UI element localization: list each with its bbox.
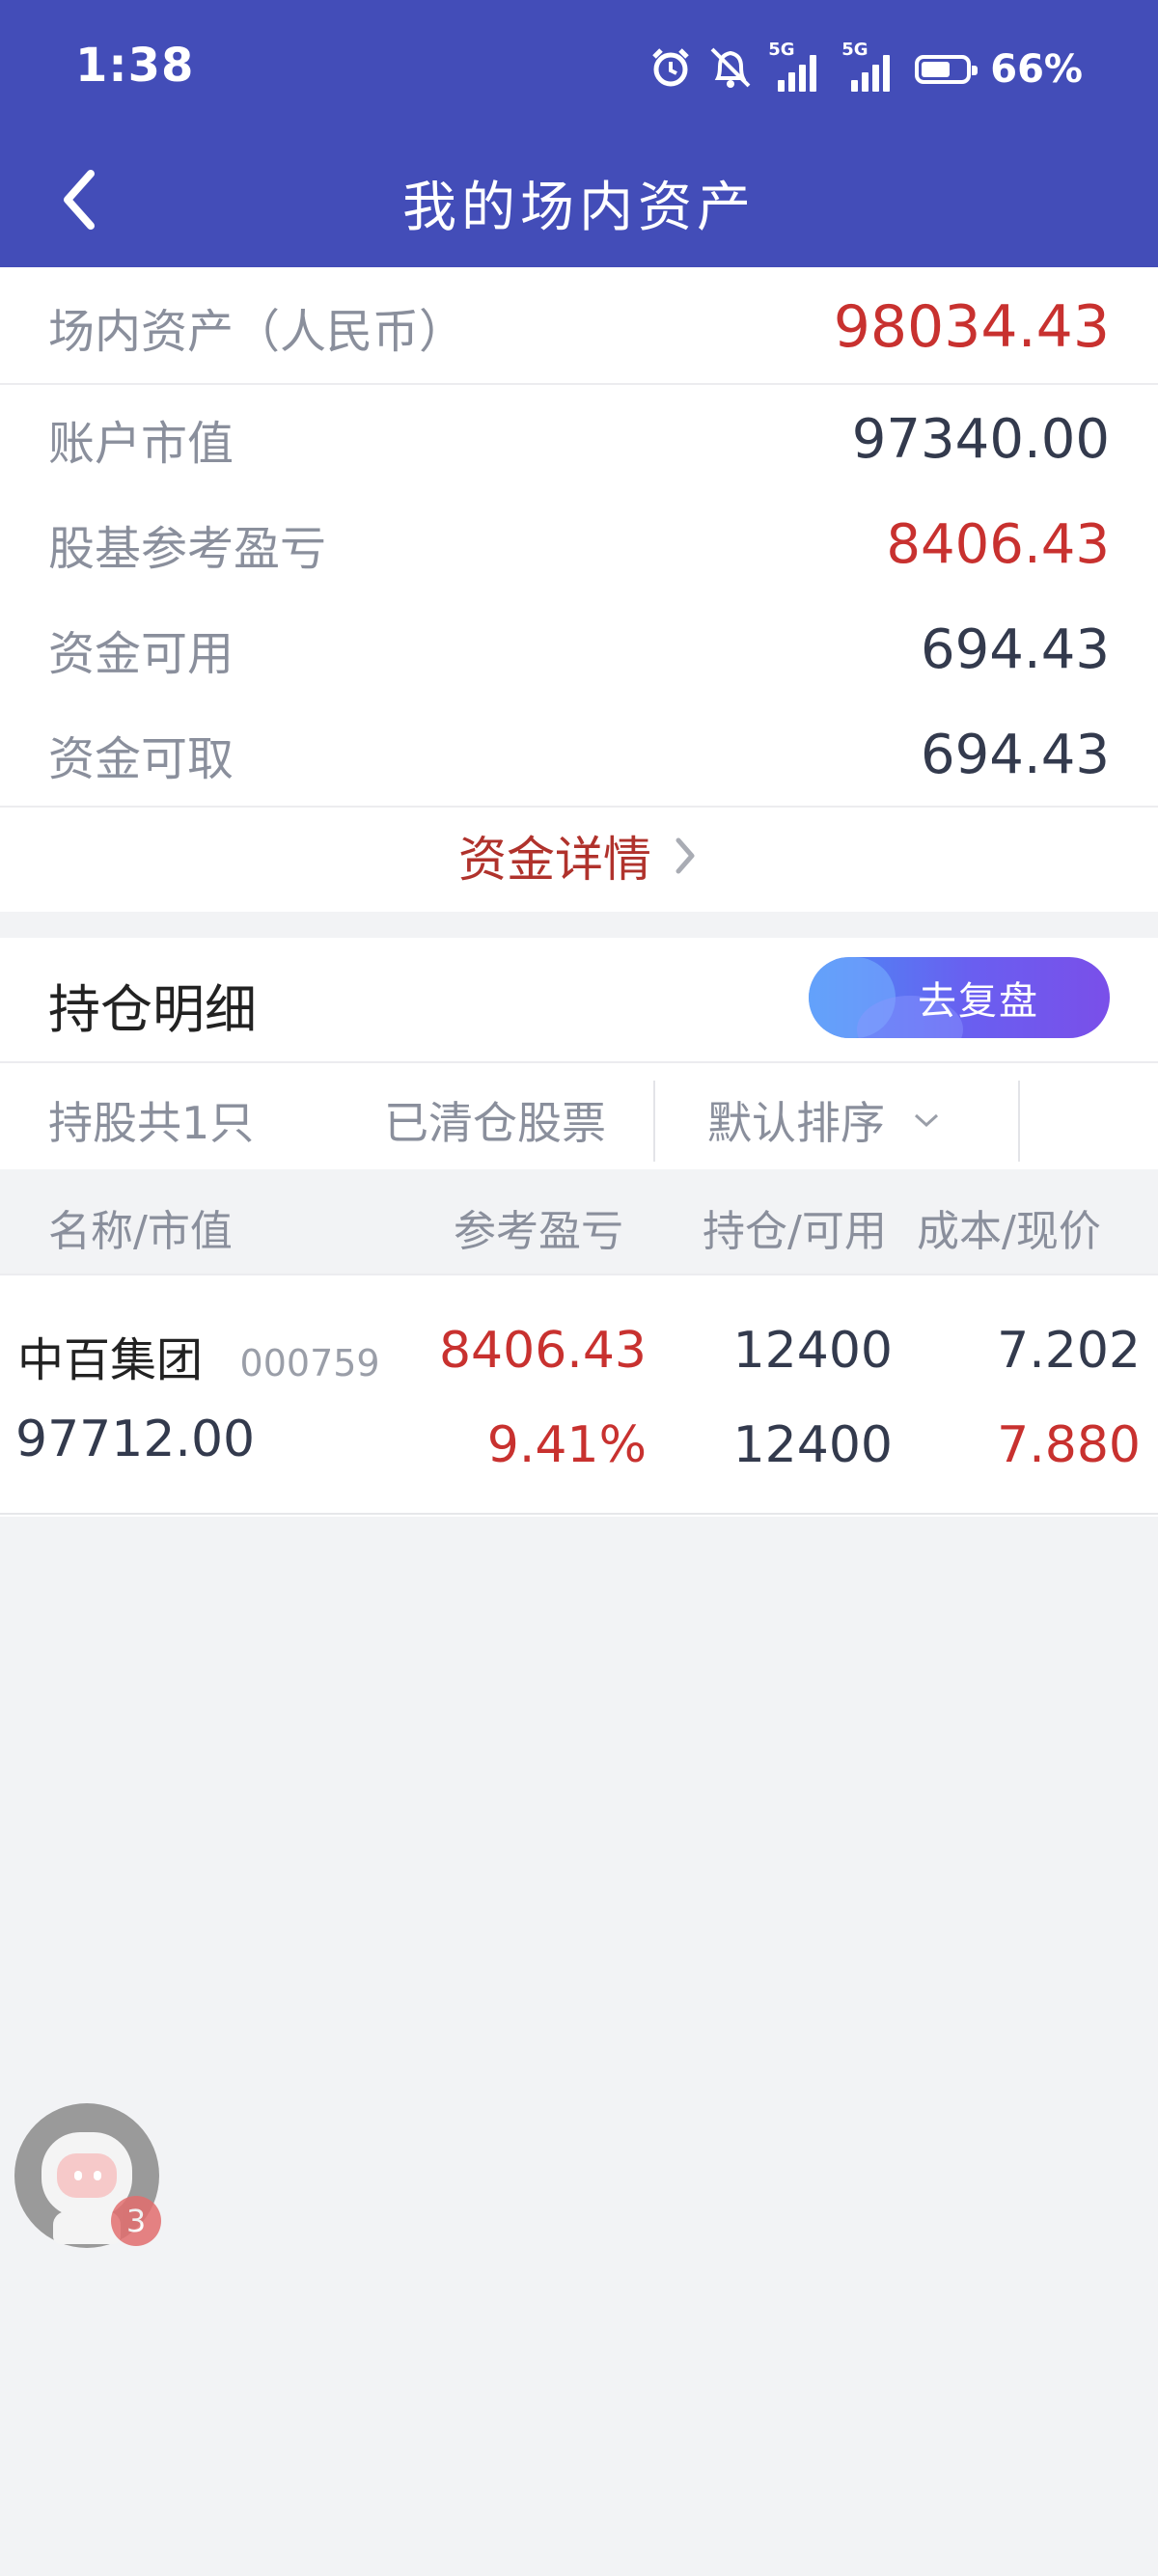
divider: [0, 1513, 1158, 1515]
stock-code: 000759: [239, 1342, 380, 1384]
notification-badge: 3: [111, 2196, 161, 2246]
pnl-value: 8406.43: [438, 1322, 647, 1380]
divider: [1018, 1081, 1020, 1162]
pnl-percent: 9.41%: [486, 1416, 647, 1474]
current-price: 7.880: [997, 1416, 1141, 1474]
asset-row-label: 股基参考盈亏: [48, 522, 327, 576]
signal-icon: 5G: [768, 40, 828, 92]
asset-row: 资金可用 694.43: [48, 611, 1110, 688]
position-qty: 12400: [732, 1322, 893, 1380]
asset-row: 股基参考盈亏 8406.43: [48, 506, 1110, 583]
cleared-stocks-tab[interactable]: 已清仓股票: [384, 1088, 606, 1152]
chevron-right-icon: [676, 837, 695, 874]
asset-summary-card: 场内资产（人民币） 98034.43 账户市值 97340.00 股基参考盈亏 …: [0, 267, 1158, 912]
header: 1:38 5G 5G 66% 我的场内资产: [0, 0, 1158, 267]
replay-button[interactable]: 去复盘: [809, 957, 1110, 1038]
asset-row-value: 694.43: [921, 723, 1110, 786]
replay-button-label: 去复盘: [918, 979, 1039, 1024]
market-value: 97712.00: [15, 1411, 256, 1468]
asset-row-value: 8406.43: [886, 512, 1110, 576]
asset-row-label: 资金可用: [48, 627, 234, 681]
divider: [653, 1081, 655, 1162]
column-header-name: 名称/市值: [48, 1207, 233, 1256]
column-header-pnl: 参考盈亏: [454, 1207, 623, 1256]
holding-row[interactable]: 中百集团 000759 97712.00 8406.43 9.41% 12400…: [0, 1274, 1158, 1517]
total-assets-row: 场内资产（人民币） 98034.43: [48, 288, 1110, 366]
chevron-down-icon: [914, 1113, 939, 1128]
alarm-icon: [648, 45, 693, 94]
fund-details-link[interactable]: 资金详情: [0, 808, 1158, 904]
asset-row: 账户市值 97340.00: [48, 400, 1110, 478]
cost-price: 7.202: [997, 1322, 1141, 1380]
holdings-title: 持仓明细: [48, 979, 257, 1040]
column-header-cost: 成本/现价: [917, 1207, 1101, 1256]
holdings-section: 持仓明细 去复盘 持股共1只 已清仓股票 默认排序 名称/市值 参考盈亏 持仓/…: [0, 938, 1158, 1517]
status-bar: 1:38 5G 5G 66%: [0, 0, 1158, 135]
holdings-filters: 持股共1只 已清仓股票 默认排序: [0, 1061, 1158, 1171]
fund-details-label: 资金详情: [458, 832, 651, 888]
column-header-position: 持仓/可用: [703, 1207, 887, 1256]
sort-dropdown[interactable]: 默认排序: [707, 1088, 941, 1152]
battery-icon: [915, 55, 979, 84]
status-time: 1:38: [75, 39, 195, 93]
page-title: 我的场内资产: [402, 177, 756, 239]
signal-icon-2: 5G: [841, 40, 901, 92]
bell-muted-icon: [706, 45, 755, 94]
asset-row-value: 97340.00: [851, 407, 1110, 471]
asset-row-label: 账户市值: [48, 417, 234, 471]
battery-percent: 66%: [990, 47, 1083, 92]
nav-bar: 我的场内资产: [0, 135, 1158, 267]
asset-row-label: 资金可取: [48, 732, 234, 786]
total-assets-label: 场内资产（人民币）: [48, 305, 466, 359]
divider: [0, 383, 1158, 385]
stock-name: 中百集团: [17, 1333, 204, 1387]
stock-name-cell: 中百集团 000759: [17, 1322, 380, 1389]
asset-row: 资金可取 694.43: [48, 716, 1110, 793]
total-assets-value: 98034.43: [833, 293, 1110, 361]
holdings-count: 持股共1只: [48, 1097, 255, 1149]
available-qty: 12400: [732, 1416, 893, 1474]
sort-label: 默认排序: [707, 1097, 885, 1149]
holdings-table-header: 名称/市值 参考盈亏 持仓/可用 成本/现价: [0, 1169, 1158, 1274]
assistant-avatar-button[interactable]: 3: [14, 2103, 161, 2248]
status-icons: 5G 5G 66%: [648, 40, 1083, 98]
asset-row-value: 694.43: [921, 617, 1110, 681]
